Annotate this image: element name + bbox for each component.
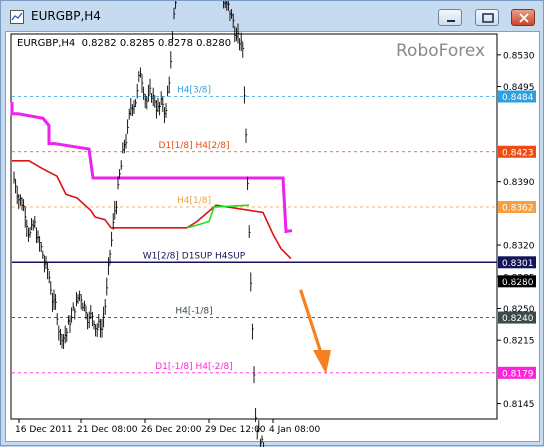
y-tick-label: 0.8495	[503, 83, 535, 93]
price-tag-label: 0.8179	[502, 369, 534, 379]
price-tag-label: 0.8240	[502, 314, 534, 324]
level-label: H4[3/8]	[177, 86, 211, 96]
price-tag-label: 0.8484	[502, 93, 534, 103]
level-label: H4[1/8]	[177, 196, 211, 206]
price-tag-label: 0.8423	[502, 148, 534, 158]
chart-info-header: EURGBP,H4 0.8282 0.8285 0.8278 0.8280	[17, 38, 232, 49]
x-tick-label: 21 Dec 08:00	[77, 425, 138, 435]
plot-frame	[10, 33, 498, 420]
y-tick-label: 0.8390	[503, 178, 535, 188]
x-tick-label: 4 Jan 08:00	[269, 425, 321, 435]
y-tick-label: 0.8285	[503, 273, 535, 283]
price-chart[interactable]: H4[3/8] 0.8484 D1[1/8] H4[2/8] 0.8423 H4[1/8…	[1, 1, 544, 447]
y-tick-label: 0.8215	[503, 337, 535, 347]
x-tick-label: 29 Dec 12:00	[205, 425, 266, 435]
y-tick-label: 0.8530	[503, 51, 535, 61]
price-tag-label: 0.8362	[502, 204, 534, 214]
y-tick-label: 0.8145	[503, 400, 535, 410]
y-tick-label: 0.8320	[503, 242, 535, 252]
level-label: W1[2/8] D1SUP H4SUP	[143, 251, 246, 261]
forecast-arrow-head	[313, 350, 331, 374]
brand-watermark: RoboForex	[396, 41, 486, 61]
x-tick-label: 16 Dec 2011	[15, 425, 73, 435]
x-tick-label: 26 Dec 20:00	[141, 425, 202, 435]
red-indicator-line	[12, 160, 292, 260]
level-label: H4[-1/8]	[175, 307, 212, 317]
level-label: D1[-1/8] H4[-2/8]	[155, 362, 233, 372]
price-tag-label: 0.8301	[502, 259, 534, 269]
forecast-arrow-shaft	[299, 289, 323, 355]
chart-window: EURGBP,H4 H4[3/8] 0.8484 D1[1/8] H4[2/8] 0.…	[0, 0, 544, 447]
level-label: D1[1/8] H4[2/8]	[158, 141, 229, 151]
magenta-indicator-line	[10, 101, 293, 234]
y-tick-label: 0.8250	[503, 305, 535, 315]
